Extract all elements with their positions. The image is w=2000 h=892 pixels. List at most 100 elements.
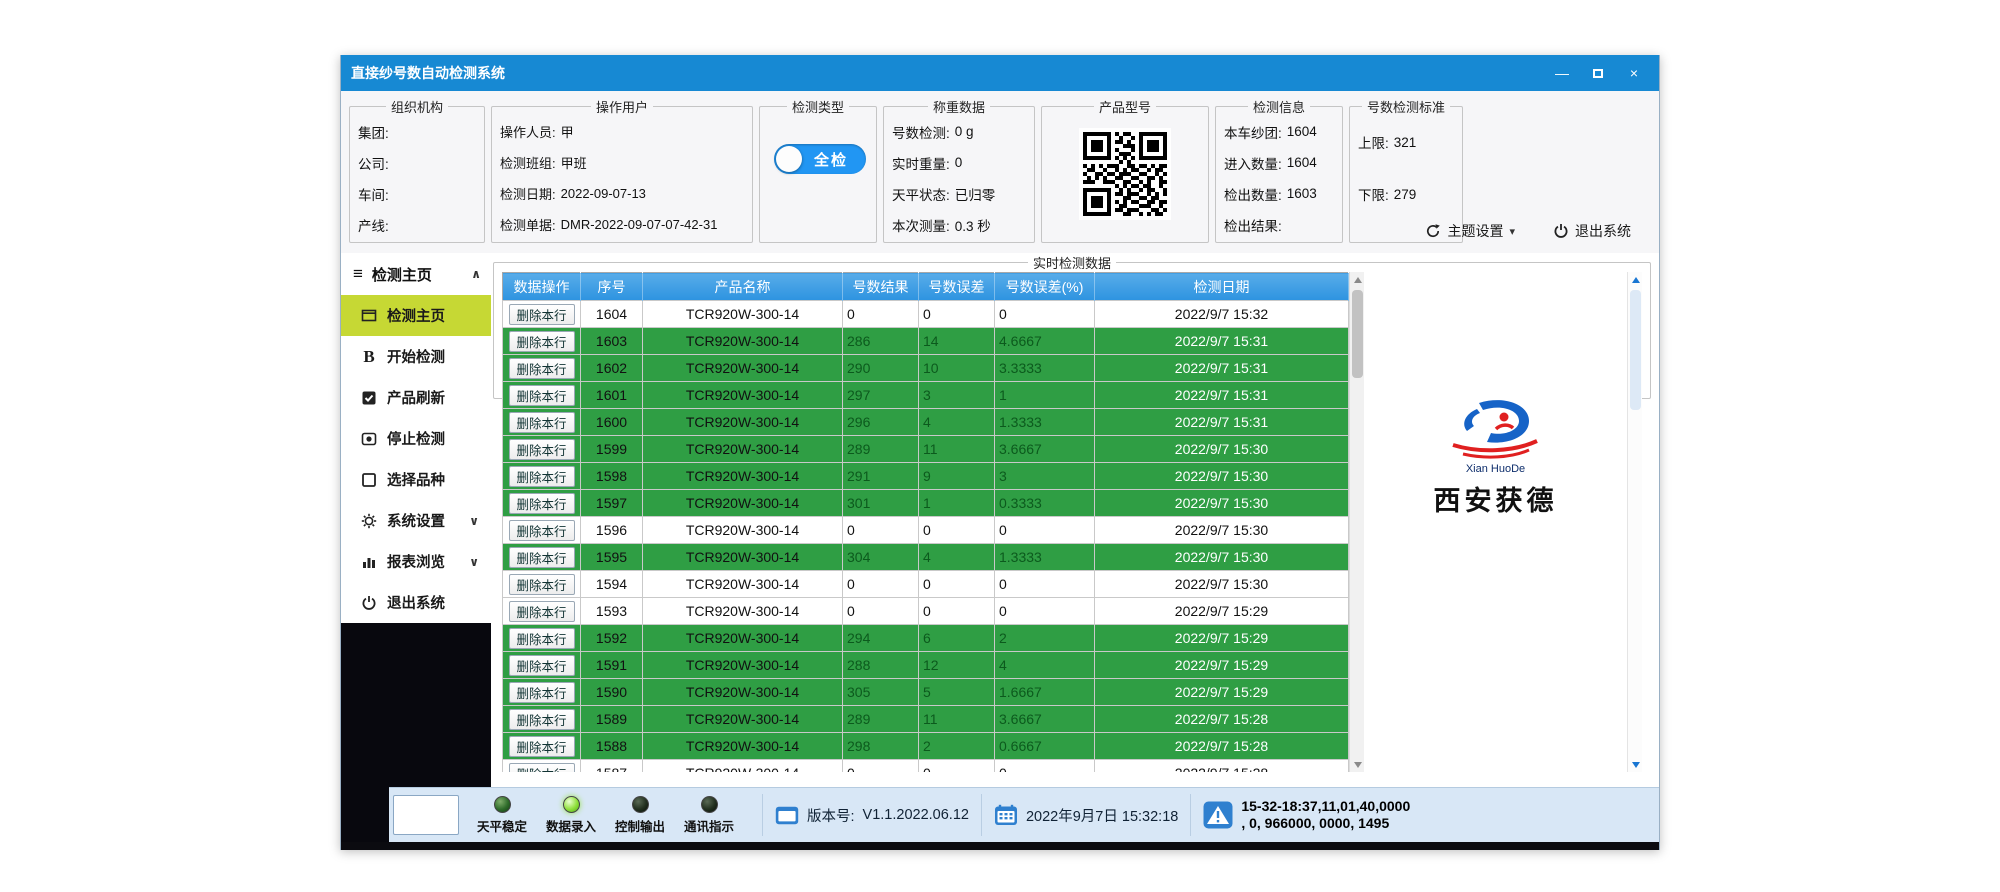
delete-row-button[interactable]: 删除本行 bbox=[509, 655, 575, 676]
cell-date: 2022/9/7 15:28 bbox=[1095, 760, 1349, 773]
column-header[interactable]: 产品名称 bbox=[643, 273, 843, 301]
cell-result: 296 bbox=[843, 409, 919, 436]
close-button[interactable]: × bbox=[1619, 61, 1649, 85]
column-header[interactable]: 号数误差(%) bbox=[995, 273, 1095, 301]
info-row: 本车纱团: 1604 bbox=[1224, 116, 1334, 147]
status-bar-dark-filler bbox=[341, 787, 389, 842]
sidebar-item-label: 系统设置 bbox=[387, 510, 445, 531]
sidebar-item-label: 检测主页 bbox=[387, 305, 445, 326]
sidebar-item-system-settings[interactable]: 系统设置 ∨ bbox=[341, 500, 491, 541]
column-header[interactable]: 号数误差 bbox=[919, 273, 995, 301]
cell-date: 2022/9/7 15:29 bbox=[1095, 679, 1349, 706]
triangle-down-icon bbox=[1354, 762, 1362, 768]
window-bottom-edge bbox=[341, 842, 1659, 850]
delete-row-button[interactable]: 删除本行 bbox=[509, 682, 575, 703]
delete-row-button[interactable]: 删除本行 bbox=[509, 601, 575, 622]
cell-product: TCR920W-300-14 bbox=[643, 571, 843, 598]
sidebar-item-exit-system[interactable]: 退出系统 bbox=[341, 582, 491, 623]
cell-error-pct: 0.6667 bbox=[995, 733, 1095, 760]
cell-result: 0 bbox=[843, 517, 919, 544]
version-icon bbox=[775, 806, 799, 825]
logo-panel-scrollbar[interactable] bbox=[1627, 272, 1642, 772]
warning-icon bbox=[1203, 801, 1233, 829]
cell-result: 304 bbox=[843, 544, 919, 571]
field-value: 1603 bbox=[1287, 186, 1317, 201]
cell-result: 305 bbox=[843, 679, 919, 706]
delete-row-button[interactable]: 删除本行 bbox=[509, 547, 575, 568]
table-row: 删除本行 1588 TCR920W-300-14 298 2 0.6667 20… bbox=[503, 733, 1349, 760]
cell-error: 0 bbox=[919, 571, 995, 598]
sidebar-item-product-refresh[interactable]: 产品刷新 bbox=[341, 377, 491, 418]
field-label: 检测单据: bbox=[500, 215, 556, 234]
cell-product: TCR920W-300-14 bbox=[643, 760, 843, 773]
scroll-down-button[interactable] bbox=[1628, 757, 1642, 772]
sidebar-group-home[interactable]: ≡ 检测主页 ∧ bbox=[341, 253, 491, 295]
cell-error-pct: 1.3333 bbox=[995, 544, 1095, 571]
theme-settings-button[interactable]: 主题设置 ▾ bbox=[1425, 221, 1515, 241]
delete-row-button[interactable]: 删除本行 bbox=[509, 493, 575, 514]
table-row: 删除本行 1589 TCR920W-300-14 289 11 3.6667 2… bbox=[503, 706, 1349, 733]
cell-date: 2022/9/7 15:32 bbox=[1095, 301, 1349, 328]
status-input[interactable] bbox=[393, 795, 459, 835]
cell-result: 0 bbox=[843, 571, 919, 598]
sidebar-item-select-variety[interactable]: 选择品种 bbox=[341, 459, 491, 500]
column-header[interactable]: 数据操作 bbox=[503, 273, 581, 301]
delete-row-button[interactable]: 删除本行 bbox=[509, 304, 575, 325]
sidebar-item-home[interactable]: 检测主页 bbox=[341, 295, 491, 336]
scrollbar-thumb[interactable] bbox=[1630, 290, 1641, 410]
scroll-down-button[interactable] bbox=[1350, 757, 1364, 772]
table-scrollbar[interactable] bbox=[1349, 272, 1364, 772]
column-header[interactable]: 号数结果 bbox=[843, 273, 919, 301]
delete-row-button[interactable]: 删除本行 bbox=[509, 331, 575, 352]
title-bar[interactable]: 直接纱号数自动检测系统 — × bbox=[341, 55, 1659, 91]
power-icon bbox=[1553, 223, 1569, 239]
delete-row-button[interactable]: 删除本行 bbox=[509, 385, 575, 406]
delete-row-button[interactable]: 删除本行 bbox=[509, 466, 575, 487]
full-inspection-toggle[interactable]: 全检 bbox=[774, 144, 866, 174]
cell-error-pct: 2 bbox=[995, 625, 1095, 652]
version-label: 版本号: bbox=[807, 805, 855, 826]
cell-result: 286 bbox=[843, 328, 919, 355]
cell-result: 0 bbox=[843, 598, 919, 625]
cell-operation: 删除本行 bbox=[503, 652, 581, 679]
delete-row-button[interactable]: 删除本行 bbox=[509, 709, 575, 730]
main-area: ≡ 检测主页 ∧ 检测主页 B 开始检测 产品刷新 bbox=[341, 253, 1659, 787]
table-row: 删除本行 1603 TCR920W-300-14 286 14 4.6667 2… bbox=[503, 328, 1349, 355]
field-label: 进入数量: bbox=[1224, 153, 1282, 173]
scrollbar-thumb[interactable] bbox=[1352, 290, 1363, 378]
cell-seq: 1588 bbox=[581, 733, 643, 760]
scroll-up-button[interactable] bbox=[1350, 272, 1364, 287]
toggle-label: 全检 bbox=[814, 149, 848, 170]
sidebar-item-start-detect[interactable]: B 开始检测 bbox=[341, 336, 491, 377]
sidebar-item-report-browse[interactable]: 报表浏览 ∨ bbox=[341, 541, 491, 582]
cell-error: 11 bbox=[919, 436, 995, 463]
delete-row-button[interactable]: 删除本行 bbox=[509, 736, 575, 757]
cell-operation: 删除本行 bbox=[503, 733, 581, 760]
delete-row-button[interactable]: 删除本行 bbox=[509, 763, 575, 773]
exit-system-button[interactable]: 退出系统 bbox=[1553, 221, 1631, 241]
column-header[interactable]: 检测日期 bbox=[1095, 273, 1349, 301]
field-label: 实时重量: bbox=[892, 153, 950, 173]
weigh-row: 实时重量: 0 bbox=[892, 147, 1026, 178]
delete-row-button[interactable]: 删除本行 bbox=[509, 628, 575, 649]
column-header[interactable]: 序号 bbox=[581, 273, 643, 301]
delete-row-button[interactable]: 删除本行 bbox=[509, 412, 575, 433]
field-value: 已归零 bbox=[955, 184, 996, 204]
maximize-button[interactable] bbox=[1583, 61, 1613, 85]
delete-row-button[interactable]: 删除本行 bbox=[509, 574, 575, 595]
delete-row-button[interactable]: 删除本行 bbox=[509, 520, 575, 541]
checkbox-icon bbox=[361, 390, 377, 406]
cell-result: 294 bbox=[843, 625, 919, 652]
minimize-button[interactable]: — bbox=[1547, 61, 1577, 85]
message-section: 15-32-18:37,11,01,40,0000 , 0, 966000, 0… bbox=[1203, 798, 1410, 833]
delete-row-button[interactable]: 删除本行 bbox=[509, 439, 575, 460]
cell-product: TCR920W-300-14 bbox=[643, 679, 843, 706]
stop-icon bbox=[361, 431, 377, 447]
table-header-row: 数据操作序号产品名称号数结果号数误差号数误差(%)检测日期 bbox=[503, 273, 1349, 301]
sidebar-item-stop-detect[interactable]: 停止检测 bbox=[341, 418, 491, 459]
triangle-up-icon bbox=[1354, 277, 1362, 283]
weigh-groupbox-title: 称重数据 bbox=[928, 97, 990, 116]
delete-row-button[interactable]: 删除本行 bbox=[509, 358, 575, 379]
scroll-up-button[interactable] bbox=[1628, 272, 1642, 287]
datetime-section: 2022年9月7日 15:32:18 bbox=[994, 804, 1178, 826]
